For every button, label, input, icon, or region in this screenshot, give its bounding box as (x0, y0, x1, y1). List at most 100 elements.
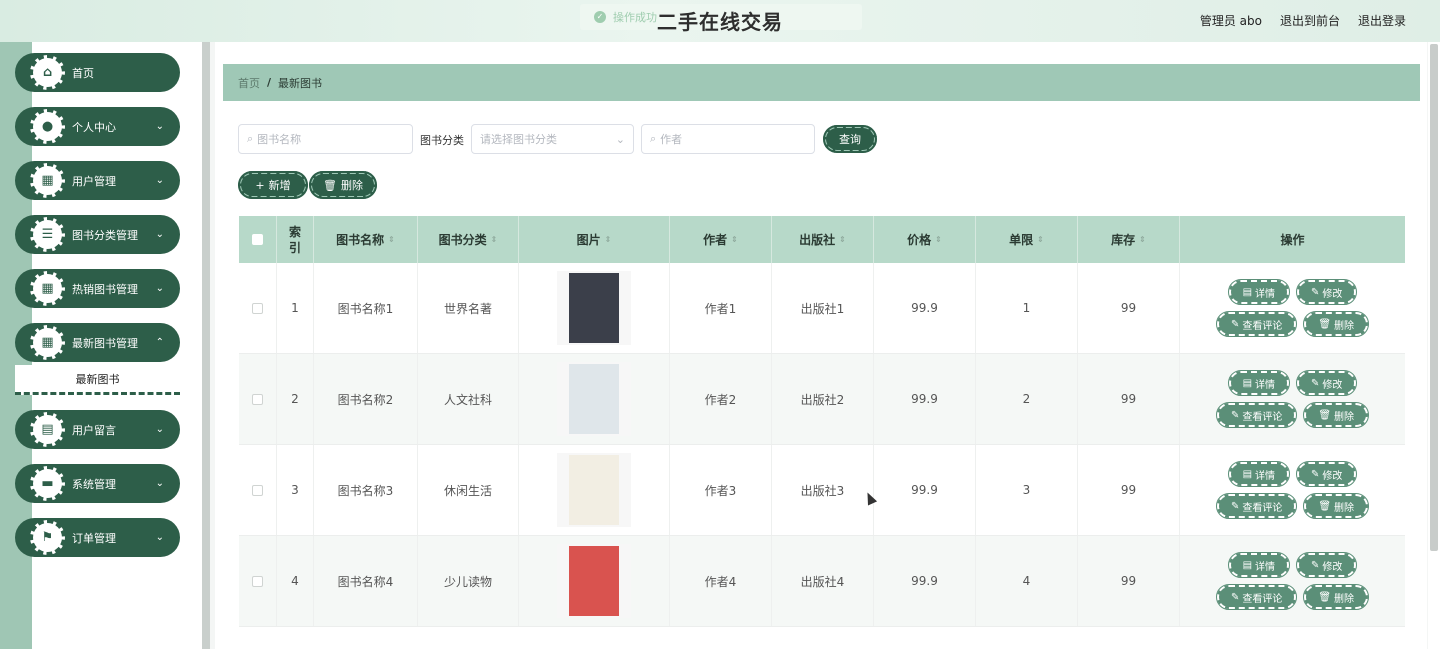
detail-button[interactable]: ▤ 详情 (1227, 370, 1291, 396)
col-category-label: 图书分类 (438, 233, 487, 247)
edit-button[interactable]: ✎ 修改 (1296, 552, 1358, 578)
stock-cell: 99 (1078, 536, 1180, 626)
delete-button[interactable]: 🗑 删除 (1303, 402, 1370, 428)
delete-button[interactable]: 🗑 删除 (1303, 493, 1370, 519)
sidebar-item-1[interactable]: ● 个人中心 ⌄ (15, 107, 180, 146)
author-search-input[interactable]: ⌕ 作者 (641, 124, 815, 154)
breadcrumb-home[interactable]: 首页 (238, 75, 260, 91)
detail-label: 详情 (1255, 470, 1276, 482)
book-cover (569, 273, 619, 343)
app-title: 二手在线交易 (657, 10, 783, 34)
edit-icon: ✎ (1230, 318, 1240, 330)
logout-link[interactable]: 退出登录 (1358, 12, 1406, 29)
row-checkbox[interactable] (252, 393, 263, 405)
sidebar-item-label: 热销图书管理 (72, 282, 138, 296)
image-cell (519, 263, 670, 353)
row-checkbox[interactable] (252, 484, 263, 496)
edit-button[interactable]: ✎ 修改 (1296, 279, 1358, 305)
col-stock-label: 库存 (1111, 233, 1136, 247)
view-comments-label: 查看评论 (1242, 502, 1283, 514)
grid-icon: ▦ (30, 325, 65, 360)
book-cover-image[interactable] (557, 271, 631, 345)
book-cover-image[interactable] (557, 362, 631, 436)
book-name-search-input[interactable]: ⌕ 图书名称 (238, 124, 413, 154)
row-checkbox[interactable] (252, 575, 263, 587)
add-button[interactable]: + 新增 (238, 171, 308, 199)
chevron-icon: ⌄ (155, 175, 164, 186)
sidebar-item-4[interactable]: ▦ 热销图书管理 ⌄ (15, 269, 180, 308)
sidebar-item-7[interactable]: ▬ 系统管理 ⌄ (15, 464, 180, 503)
col-author[interactable]: 作者 ⇕ (670, 216, 772, 263)
view-comments-label: 查看评论 (1242, 593, 1283, 605)
limit-cell: 1 (976, 263, 1078, 353)
edit-button[interactable]: ✎ 修改 (1296, 461, 1358, 487)
detail-button[interactable]: ▤ 详情 (1227, 461, 1291, 487)
author-placeholder: 作者 (660, 133, 683, 146)
actions-cell: ▤ 详情 ✎ 修改 ✎ 查看评论 🗑 删除 (1180, 536, 1405, 626)
delete-button[interactable]: 🗑 删除 (1303, 584, 1370, 610)
col-limit[interactable]: 单限 ⇕ (976, 216, 1078, 263)
col-category[interactable]: 图书分类 ⇕ (418, 216, 519, 263)
edit-icon: ✎ (1230, 591, 1240, 603)
sidebar-item-6[interactable]: ▤ 用户留言 ⌄ (15, 410, 180, 449)
back-to-front-link[interactable]: 退出到前台 (1280, 12, 1340, 29)
detail-button[interactable]: ▤ 详情 (1227, 552, 1291, 578)
sidebar-item-2[interactable]: ▦ 用户管理 ⌄ (15, 161, 180, 200)
sidebar-item-0[interactable]: ⌂ 首页 (15, 53, 180, 92)
detail-button[interactable]: ▤ 详情 (1227, 279, 1291, 305)
col-actions-label: 操作 (1280, 233, 1305, 247)
col-image[interactable]: 图片 ⇕ (519, 216, 670, 263)
sidebar-item-8[interactable]: ⚑ 订单管理 ⌄ (15, 518, 180, 557)
col-publisher[interactable]: 出版社 ⇕ (772, 216, 874, 263)
detail-icon: ▤ (1242, 559, 1253, 571)
col-price[interactable]: 价格 ⇕ (874, 216, 976, 263)
query-button[interactable]: 查询 (823, 125, 877, 153)
author-cell: 作者1 (670, 263, 772, 353)
book-cover-image[interactable] (557, 544, 631, 618)
sidebar-item-3[interactable]: ☰ 图书分类管理 ⌄ (15, 215, 180, 254)
batch-delete-label: 删除 (340, 179, 363, 192)
edit-icon: ✎ (1230, 500, 1240, 512)
sidebar-item-5[interactable]: ▦ 最新图书管理 ⌃ (15, 323, 180, 362)
book-cover-image[interactable] (557, 453, 631, 527)
edit-label: 修改 (1322, 561, 1343, 573)
category-cell: 少儿读物 (418, 536, 519, 626)
category-select[interactable]: 请选择图书分类 ⌄ (471, 124, 634, 154)
system-icon: ▬ (30, 466, 65, 501)
category-placeholder: 请选择图书分类 (480, 133, 557, 146)
detail-icon: ▤ (1242, 468, 1253, 480)
actions-cell: ▤ 详情 ✎ 修改 ✎ 查看评论 🗑 删除 (1180, 445, 1405, 535)
breadcrumb-current: 最新图书 (278, 76, 323, 90)
view-comments-button[interactable]: ✎ 查看评论 (1215, 493, 1298, 519)
grid-icon: ▦ (30, 271, 65, 306)
edit-icon: ✎ (1311, 468, 1320, 480)
scrollbar-thumb[interactable] (1430, 44, 1438, 551)
sidebar-item-label: 图书分类管理 (72, 228, 138, 242)
detail-icon: ▤ (1242, 286, 1253, 298)
chevron-down-icon: ⌄ (615, 132, 625, 146)
publisher-cell: 出版社4 (772, 536, 874, 626)
view-comments-button[interactable]: ✎ 查看评论 (1215, 584, 1298, 610)
book-cover (569, 546, 619, 616)
sidebar-divider (202, 42, 210, 649)
view-comments-button[interactable]: ✎ 查看评论 (1215, 402, 1298, 428)
trash-icon: 🗑 (1318, 500, 1332, 512)
stock-cell: 99 (1078, 263, 1180, 353)
detail-label: 详情 (1255, 379, 1276, 391)
trash-icon: 🗑 (1318, 318, 1332, 330)
row-checkbox[interactable] (252, 302, 263, 314)
publisher-cell: 出版社2 (772, 354, 874, 444)
delete-button[interactable]: 🗑 删除 (1303, 311, 1370, 337)
view-comments-button[interactable]: ✎ 查看评论 (1215, 311, 1298, 337)
col-book-name[interactable]: 图书名称 ⇕ (314, 216, 418, 263)
batch-delete-button[interactable]: 🗑 删除 (309, 171, 377, 199)
book-name-cell: 图书名称1 (314, 263, 418, 353)
col-stock[interactable]: 库存 ⇕ (1078, 216, 1180, 263)
edit-button[interactable]: ✎ 修改 (1296, 370, 1358, 396)
user-icon: ● (30, 109, 65, 144)
publisher-cell: 出版社3 (772, 445, 874, 535)
sort-icon: ⇕ (1037, 235, 1044, 244)
submenu-item-latest-books[interactable]: 最新图书 (15, 365, 180, 395)
select-all-checkbox[interactable] (252, 234, 263, 245)
edit-icon: ✎ (1311, 559, 1320, 571)
